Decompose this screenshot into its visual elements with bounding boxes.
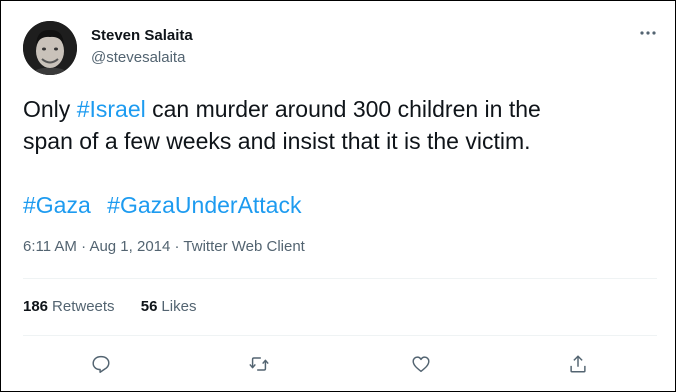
retweet-icon[interactable] — [244, 349, 274, 379]
likes-count: 56 — [140, 298, 158, 315]
share-icon[interactable] — [563, 349, 593, 379]
more-dots-icon[interactable] — [635, 23, 661, 43]
likes-label: Likes — [161, 298, 197, 315]
meta-separator: · — [76, 238, 90, 255]
avatar[interactable] — [23, 21, 77, 75]
hashtag-israel[interactable]: #Israel — [77, 96, 146, 122]
author-name[interactable]: Steven Salaita — [91, 27, 193, 44]
retweets-stat[interactable]: 186 Retweets — [23, 298, 115, 315]
heart-icon[interactable] — [406, 349, 436, 379]
meta-separator: · — [170, 238, 184, 255]
likes-stat[interactable]: 56 Likes — [141, 298, 197, 315]
tweet-client[interactable]: Twitter Web Client — [183, 238, 304, 255]
tweet-date[interactable]: Aug 1, 2014 — [89, 238, 170, 255]
divider — [23, 335, 657, 336]
hashtag-gaza[interactable]: #Gaza — [23, 192, 91, 218]
tweet-meta: 6:11 AM · Aug 1, 2014 · Twitter Web Clie… — [23, 238, 305, 255]
tweet-line-1: Only #Israel can murder around 300 child… — [23, 93, 653, 125]
tweet-text-start: Only — [23, 96, 77, 122]
retweets-label: Retweets — [52, 298, 115, 315]
tweet-time[interactable]: 6:11 AM — [23, 238, 77, 255]
action-bar — [23, 349, 657, 379]
avatar-image — [23, 21, 77, 75]
tweet-text-rest: can murder around 300 children in the — [145, 96, 541, 122]
hashtag-row: #Gaza #GazaUnderAttack — [23, 189, 311, 221]
tweet-line-2: span of a few weeks and insist that it i… — [23, 128, 531, 154]
retweets-count: 186 — [23, 298, 49, 315]
engagement-stats: 186 Retweets 56 Likes — [23, 298, 218, 315]
author-handle[interactable]: @stevesalaita — [91, 49, 185, 66]
hashtag-gazaunderattack[interactable]: #GazaUnderAttack — [107, 192, 301, 218]
divider — [23, 278, 657, 279]
tweet-card: Steven Salaita @stevesalaita Only #Israe… — [0, 0, 676, 392]
reply-icon[interactable] — [86, 349, 116, 379]
tweet-text: Only #Israel can murder around 300 child… — [23, 93, 653, 157]
